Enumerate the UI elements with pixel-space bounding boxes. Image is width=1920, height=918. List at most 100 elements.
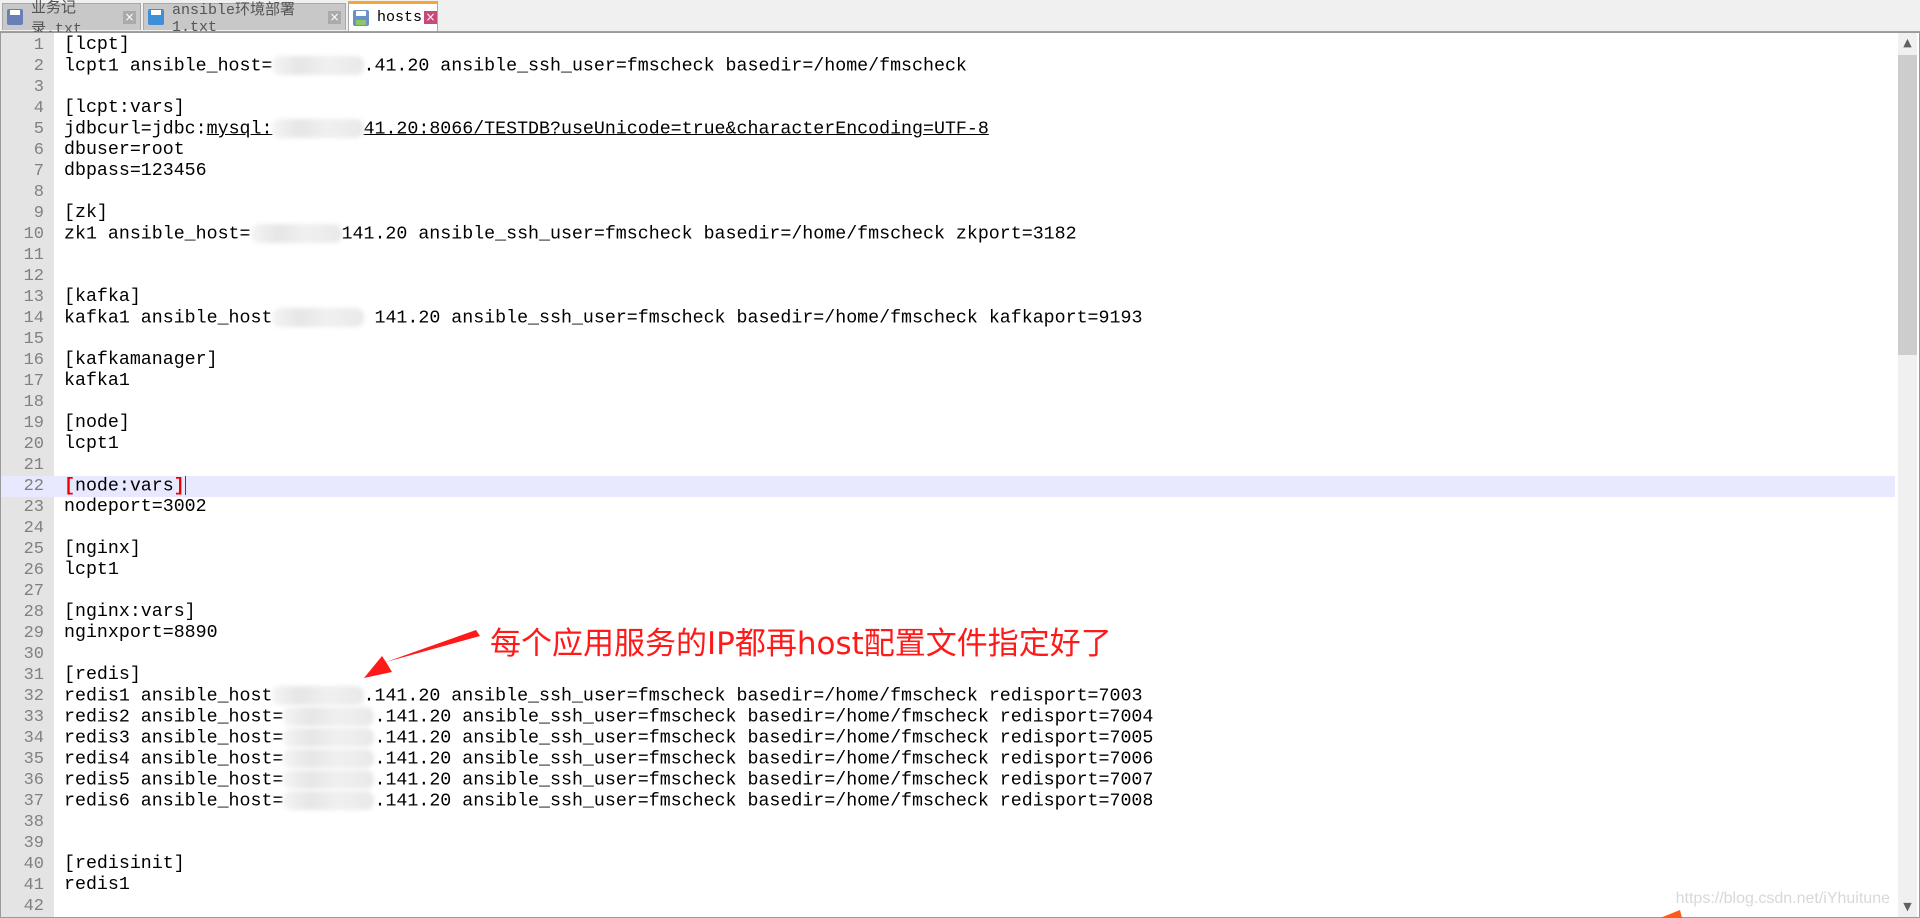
line-text: [kafkamanager]: [64, 350, 218, 371]
line-text: redis1 ansible_host .141.20 ansible_ssh_u…: [64, 686, 1142, 707]
text: redis2 ansible_host=: [64, 707, 284, 728]
code-line[interactable]: 19 [node]: [1, 413, 1895, 434]
text: [kafka]: [64, 287, 141, 307]
line-text: kafka1 ansible_host 141.20 ansible_ssh_u…: [64, 308, 1142, 329]
code-line[interactable]: 14 kafka1 ansible_host 141.20 ansible_ssh…: [1, 308, 1895, 329]
brace-match: ]: [173, 476, 185, 497]
line-number: 4: [33, 99, 44, 118]
text: [node]: [64, 413, 130, 433]
line-number: 13: [23, 288, 44, 307]
code-line[interactable]: 11: [1, 245, 1895, 266]
code-line[interactable]: 9 [zk]: [1, 203, 1895, 224]
text: [zk]: [64, 203, 108, 223]
code-line[interactable]: 20 lcpt1: [1, 434, 1895, 455]
close-tab-icon[interactable]: ×: [123, 10, 136, 24]
code-line[interactable]: 34 redis3 ansible_host= .141.20 ansible_ss…: [1, 728, 1895, 749]
tab-ansible-deploy[interactable]: ansible环境部署1.txt ×: [143, 2, 346, 36]
code-line[interactable]: 39: [1, 833, 1895, 854]
redacted-ip: [283, 707, 375, 726]
code-line[interactable]: 32 redis1 ansible_host .141.20 ansible_ssh…: [1, 686, 1895, 707]
line-text: kafka1: [64, 371, 130, 392]
close-tab-icon[interactable]: ×: [328, 10, 341, 24]
line-text: [zk]: [64, 203, 108, 224]
code-line[interactable]: 38: [1, 812, 1895, 833]
line-number: 32: [23, 687, 44, 706]
code-line[interactable]: 2 lcpt1 ansible_host= .41.20 ansible_ssh_u…: [1, 56, 1895, 77]
line-text: [node:vars]: [64, 476, 186, 497]
code-line[interactable]: 13 [kafka]: [1, 287, 1895, 308]
line-number: 42: [23, 897, 44, 916]
line-text: zk1 ansible_host= 141.20 ansible_ssh_user…: [64, 224, 1077, 245]
line-number: 2: [33, 57, 44, 76]
code-line[interactable]: 35 redis4 ansible_host= .141.20 ansible_ss…: [1, 749, 1895, 770]
scroll-up-icon[interactable]: ▲: [1898, 33, 1917, 53]
code-line[interactable]: 5 jdbcurl=jdbc:mysql: 41.20:8066/TESTDB?us…: [1, 119, 1895, 140]
code-line[interactable]: 6 dbuser=root: [1, 140, 1895, 161]
text: dbpass=123456: [64, 161, 207, 181]
text: redis4 ansible_host=: [64, 749, 284, 770]
scrollbar-thumb[interactable]: [1898, 55, 1917, 355]
tab-hosts[interactable]: hosts ×: [348, 1, 438, 31]
redacted-ip: [283, 728, 375, 747]
code-line[interactable]: 22 [node:vars]: [1, 476, 1895, 497]
line-number: 3: [33, 78, 44, 97]
code-line[interactable]: 10 zk1 ansible_host= 141.20 ansible_ssh_us…: [1, 224, 1895, 245]
vertical-scrollbar[interactable]: ▲ ▼: [1898, 33, 1917, 917]
code-line[interactable]: 1 [lcpt]: [1, 35, 1895, 56]
line-number: 14: [23, 309, 44, 328]
code-line[interactable]: 7 dbpass=123456: [1, 161, 1895, 182]
code-line[interactable]: 12: [1, 266, 1895, 287]
code-line[interactable]: 3: [1, 77, 1895, 98]
code-line[interactable]: 26 lcpt1: [1, 560, 1895, 581]
code-line[interactable]: 41 redis1: [1, 875, 1895, 896]
text: [lcpt]: [64, 35, 130, 55]
scroll-down-icon[interactable]: ▼: [1898, 897, 1917, 917]
tab-label: ansible环境部署1.txt: [172, 2, 296, 36]
text-editor[interactable]: 1 [lcpt] 2 lcpt1 ansible_host= .41.20 ansibl…: [0, 32, 1920, 918]
line-text: dbuser=root: [64, 140, 185, 161]
code-line[interactable]: 4 [lcpt:vars]: [1, 98, 1895, 119]
text: jdbcurl=jdbc:: [64, 119, 207, 140]
text: 141.20 ansible_ssh_user=fmscheck basedir…: [341, 224, 1077, 245]
code-line[interactable]: 18: [1, 392, 1895, 413]
redacted-ip: [272, 119, 364, 138]
code-line[interactable]: 28 [nginx:vars]: [1, 602, 1895, 623]
code-line[interactable]: 27: [1, 581, 1895, 602]
line-number: 22: [23, 477, 44, 496]
redacted-ip: [272, 686, 364, 705]
line-number: 11: [23, 246, 44, 265]
line-number: 25: [23, 540, 44, 559]
line-number: 41: [23, 876, 44, 895]
code-line[interactable]: 21: [1, 455, 1895, 476]
code-line[interactable]: 37 redis6 ansible_host= .141.20 ansible_ss…: [1, 791, 1895, 812]
line-text: [kafka]: [64, 287, 141, 308]
code-line[interactable]: 36 redis5 ansible_host= .141.20 ansible_ss…: [1, 770, 1895, 791]
text: lcpt1: [64, 434, 119, 454]
redacted-ip: [283, 770, 375, 789]
code-line[interactable]: 16 [kafkamanager]: [1, 350, 1895, 371]
line-text: lcpt1: [64, 434, 119, 455]
line-number: 39: [23, 834, 44, 853]
line-text: [redisinit]: [64, 854, 185, 875]
line-number: 35: [23, 750, 44, 769]
watermark: https://blog.csdn.net/iYhuitune: [1675, 890, 1890, 907]
code-line[interactable]: 31 [redis]: [1, 665, 1895, 686]
file-modified-icon: [353, 9, 369, 26]
text: node:vars: [74, 476, 174, 497]
line-text: dbpass=123456: [64, 161, 207, 182]
code-line[interactable]: 33 redis2 ansible_host= .141.20 ansible_ss…: [1, 707, 1895, 728]
code-line[interactable]: 17 kafka1: [1, 371, 1895, 392]
line-number: 10: [23, 225, 44, 244]
code-line[interactable]: 25 [nginx]: [1, 539, 1895, 560]
close-tab-icon[interactable]: ×: [424, 11, 438, 24]
text: .141.20 ansible_ssh_user=fmscheck basedi…: [374, 791, 1154, 812]
tab-business-notes[interactable]: 业务记录.txt ×: [2, 0, 141, 38]
code-line[interactable]: 23 nodeport=3002: [1, 497, 1895, 518]
text: 141.20 ansible_ssh_user=fmscheck basedir…: [363, 308, 1143, 329]
code-line[interactable]: 8: [1, 182, 1895, 203]
code-line[interactable]: 24: [1, 518, 1895, 539]
code-line[interactable]: 42: [1, 896, 1895, 917]
code-line[interactable]: 15: [1, 329, 1895, 350]
line-text: redis4 ansible_host= .141.20 ansible_ssh_…: [64, 749, 1153, 770]
code-line[interactable]: 40 [redisinit]: [1, 854, 1895, 875]
